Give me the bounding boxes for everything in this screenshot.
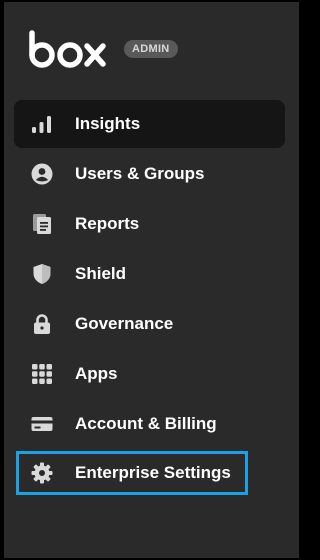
nav-item-apps[interactable]: Apps [14,350,285,398]
nav-label: Account & Billing [75,414,217,433]
nav-item-users-groups[interactable]: Users & Groups [14,150,285,198]
nav-item-shield[interactable]: Shield [14,250,285,298]
admin-badge: ADMIN [124,40,178,58]
nav-label: Insights [75,114,141,133]
sidebar-header: box ADMIN [28,29,178,69]
bar-chart-icon [30,112,54,136]
nav-label: Users & Groups [75,164,205,183]
nav-label: Governance [75,314,174,333]
nav-item-governance[interactable]: Governance [14,300,285,348]
nav-item-insights[interactable]: Insights [14,100,285,148]
nav-item-account-billing[interactable]: Account & Billing [14,400,285,448]
nav-label: Enterprise Settings [75,463,231,482]
reports-icon [30,212,54,236]
credit-card-icon [30,412,54,436]
user-icon [30,162,54,186]
nav-item-reports[interactable]: Reports [14,200,285,248]
lock-icon [30,312,54,336]
admin-nav: Insights Users & Groups Reports Shield G… [14,100,285,495]
nav-label: Reports [75,214,140,233]
admin-sidebar: box ADMIN [4,2,299,558]
shield-icon [30,262,54,286]
nav-label: Shield [75,264,127,283]
apps-grid-icon [30,362,54,386]
box-logo[interactable]: box [28,29,108,69]
nav-item-enterprise-settings[interactable]: Enterprise Settings [16,451,248,495]
nav-label: Apps [75,364,118,383]
gear-icon [30,461,54,485]
app-frame: box ADMIN [0,0,301,560]
